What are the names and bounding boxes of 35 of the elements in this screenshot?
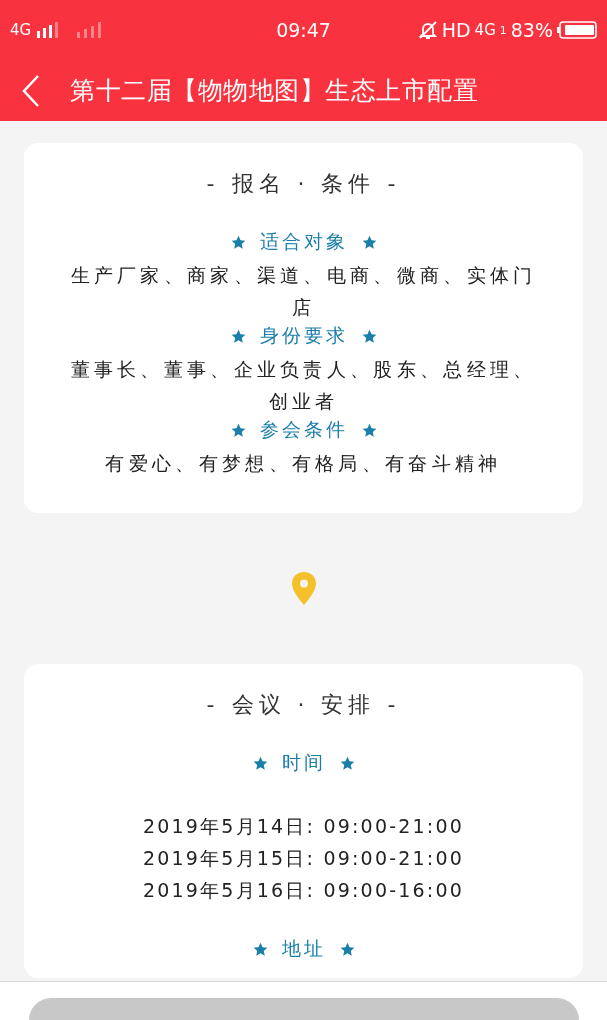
info-text: 2019年5月16日: 09:00-16:00 [142, 878, 465, 903]
star-icon [361, 328, 377, 344]
star-icon [361, 234, 377, 250]
network-type: 4G [474, 21, 496, 39]
battery-percent: 83% [510, 19, 553, 41]
star-icon [361, 422, 377, 438]
network-type: 4G [10, 21, 32, 39]
signal-icon [37, 22, 60, 38]
location-pin-icon [291, 572, 316, 605]
star-icon [339, 755, 355, 771]
info-text: 董事长、董事、企业负责人、股东、总经理、创业者 [69, 357, 538, 414]
info-text: 2019年5月14日: 09:00-21:00 [142, 814, 465, 839]
page-title: 第十二届【物物地图】生态上市配置 [70, 75, 478, 107]
star-icon [230, 234, 246, 250]
section-label: 参会条件 [259, 417, 348, 442]
battery-icon [557, 21, 597, 39]
section-label: 地址 [281, 936, 326, 961]
muted-bell-icon [417, 20, 438, 40]
info-text: 生产厂家、商家、渠道、电商、微商、实体门店 [69, 263, 538, 320]
card-heading: - 会议 · 安排 - [206, 691, 401, 719]
info-text: 有爱心、有梦想、有格局、有奋斗精神 [104, 451, 503, 476]
section-label: 身份要求 [259, 323, 348, 348]
sim-number: 1 [499, 23, 507, 37]
star-icon [252, 941, 268, 957]
clock: 09:47 [276, 19, 331, 41]
star-icon [339, 941, 355, 957]
star-icon [230, 422, 246, 438]
section-label: 时间 [281, 750, 326, 775]
card-heading: - 报名 · 条件 - [206, 170, 401, 198]
info-text: 2019年5月15日: 09:00-21:00 [142, 846, 465, 871]
section-label: 适合对象 [259, 229, 348, 254]
back-icon[interactable] [22, 73, 40, 108]
hd-label: HD [441, 19, 471, 41]
star-icon [230, 328, 246, 344]
star-icon [252, 755, 268, 771]
